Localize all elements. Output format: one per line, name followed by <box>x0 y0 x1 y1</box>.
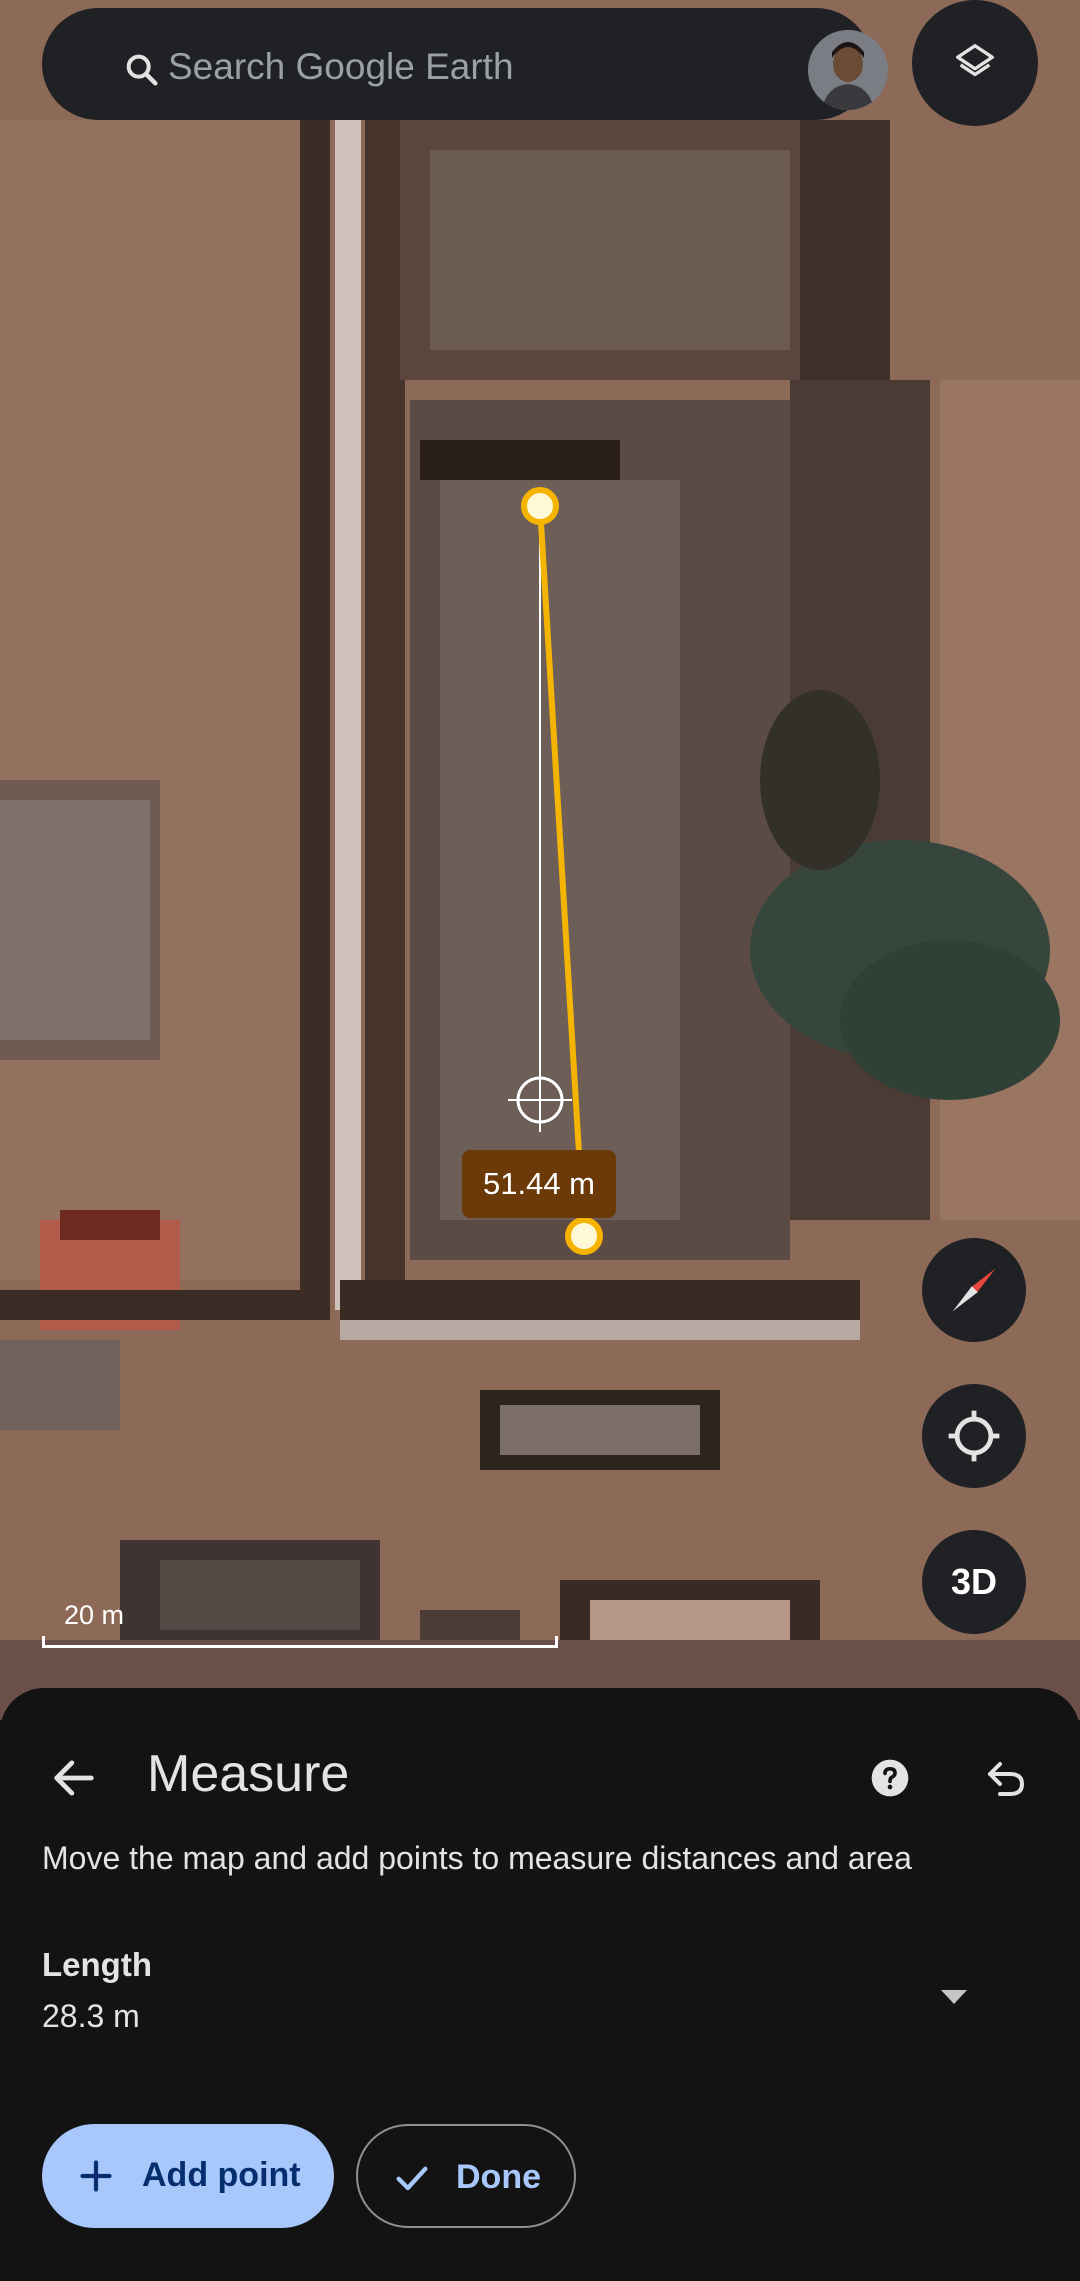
undo-button[interactable] <box>970 1742 1042 1814</box>
search-icon[interactable] <box>122 50 162 90</box>
scale-line <box>42 1636 558 1648</box>
help-button[interactable] <box>854 1742 926 1814</box>
plus-icon <box>80 2160 112 2192</box>
layers-button[interactable] <box>912 0 1038 126</box>
add-point-label: Add point <box>142 2156 301 2194</box>
search-bar[interactable]: Search Google Earth <box>42 8 888 120</box>
check-icon <box>396 2166 428 2191</box>
back-button[interactable] <box>38 1742 110 1814</box>
undo-icon <box>988 1762 1025 1796</box>
measure-line <box>537 505 587 1237</box>
compass-button[interactable] <box>922 1238 1026 1342</box>
instructions-text: Move the map and add points to measure d… <box>42 1840 912 1876</box>
done-button[interactable]: Done <box>356 2124 576 2228</box>
compass-icon <box>952 1268 996 1312</box>
profile-photo <box>808 30 888 110</box>
measurement-type-label: Length <box>42 1946 152 1983</box>
view-3d-button[interactable]: 3D <box>922 1530 1026 1634</box>
done-label: Done <box>456 2158 541 2196</box>
measurement-value: 28.3 m <box>42 1998 140 2034</box>
measure-point-start[interactable] <box>521 487 559 525</box>
my-location-button[interactable] <box>922 1384 1026 1488</box>
help-icon <box>871 1759 909 1797</box>
measure-overlay <box>508 487 603 1255</box>
layers-icon <box>956 44 994 77</box>
scale-bar: 20 m <box>42 1600 558 1648</box>
add-point-button[interactable]: Add point <box>42 2124 334 2228</box>
view-3d-label: 3D <box>950 1561 998 1602</box>
my-location-icon <box>948 1410 1000 1462</box>
panel-title: Measure <box>147 1745 350 1803</box>
segment-distance-label: 51.44 m <box>462 1150 616 1218</box>
measure-panel: Measure Move the map and add points to m… <box>0 1688 1080 2281</box>
crosshair-icon <box>508 1068 572 1132</box>
arrow-drop-down-icon <box>941 1990 967 2004</box>
avatar[interactable] <box>808 30 888 110</box>
measure-point-end[interactable] <box>565 1217 603 1255</box>
scale-label: 20 m <box>64 1600 125 1630</box>
measurement-dropdown-button[interactable] <box>924 1972 984 2022</box>
arrow-back-icon <box>54 1760 94 1796</box>
google-earth-screen: 51.44 m Search Google Earth 3D 20 m Meas… <box>0 0 1080 2281</box>
search-input[interactable]: Search Google Earth <box>168 46 514 88</box>
